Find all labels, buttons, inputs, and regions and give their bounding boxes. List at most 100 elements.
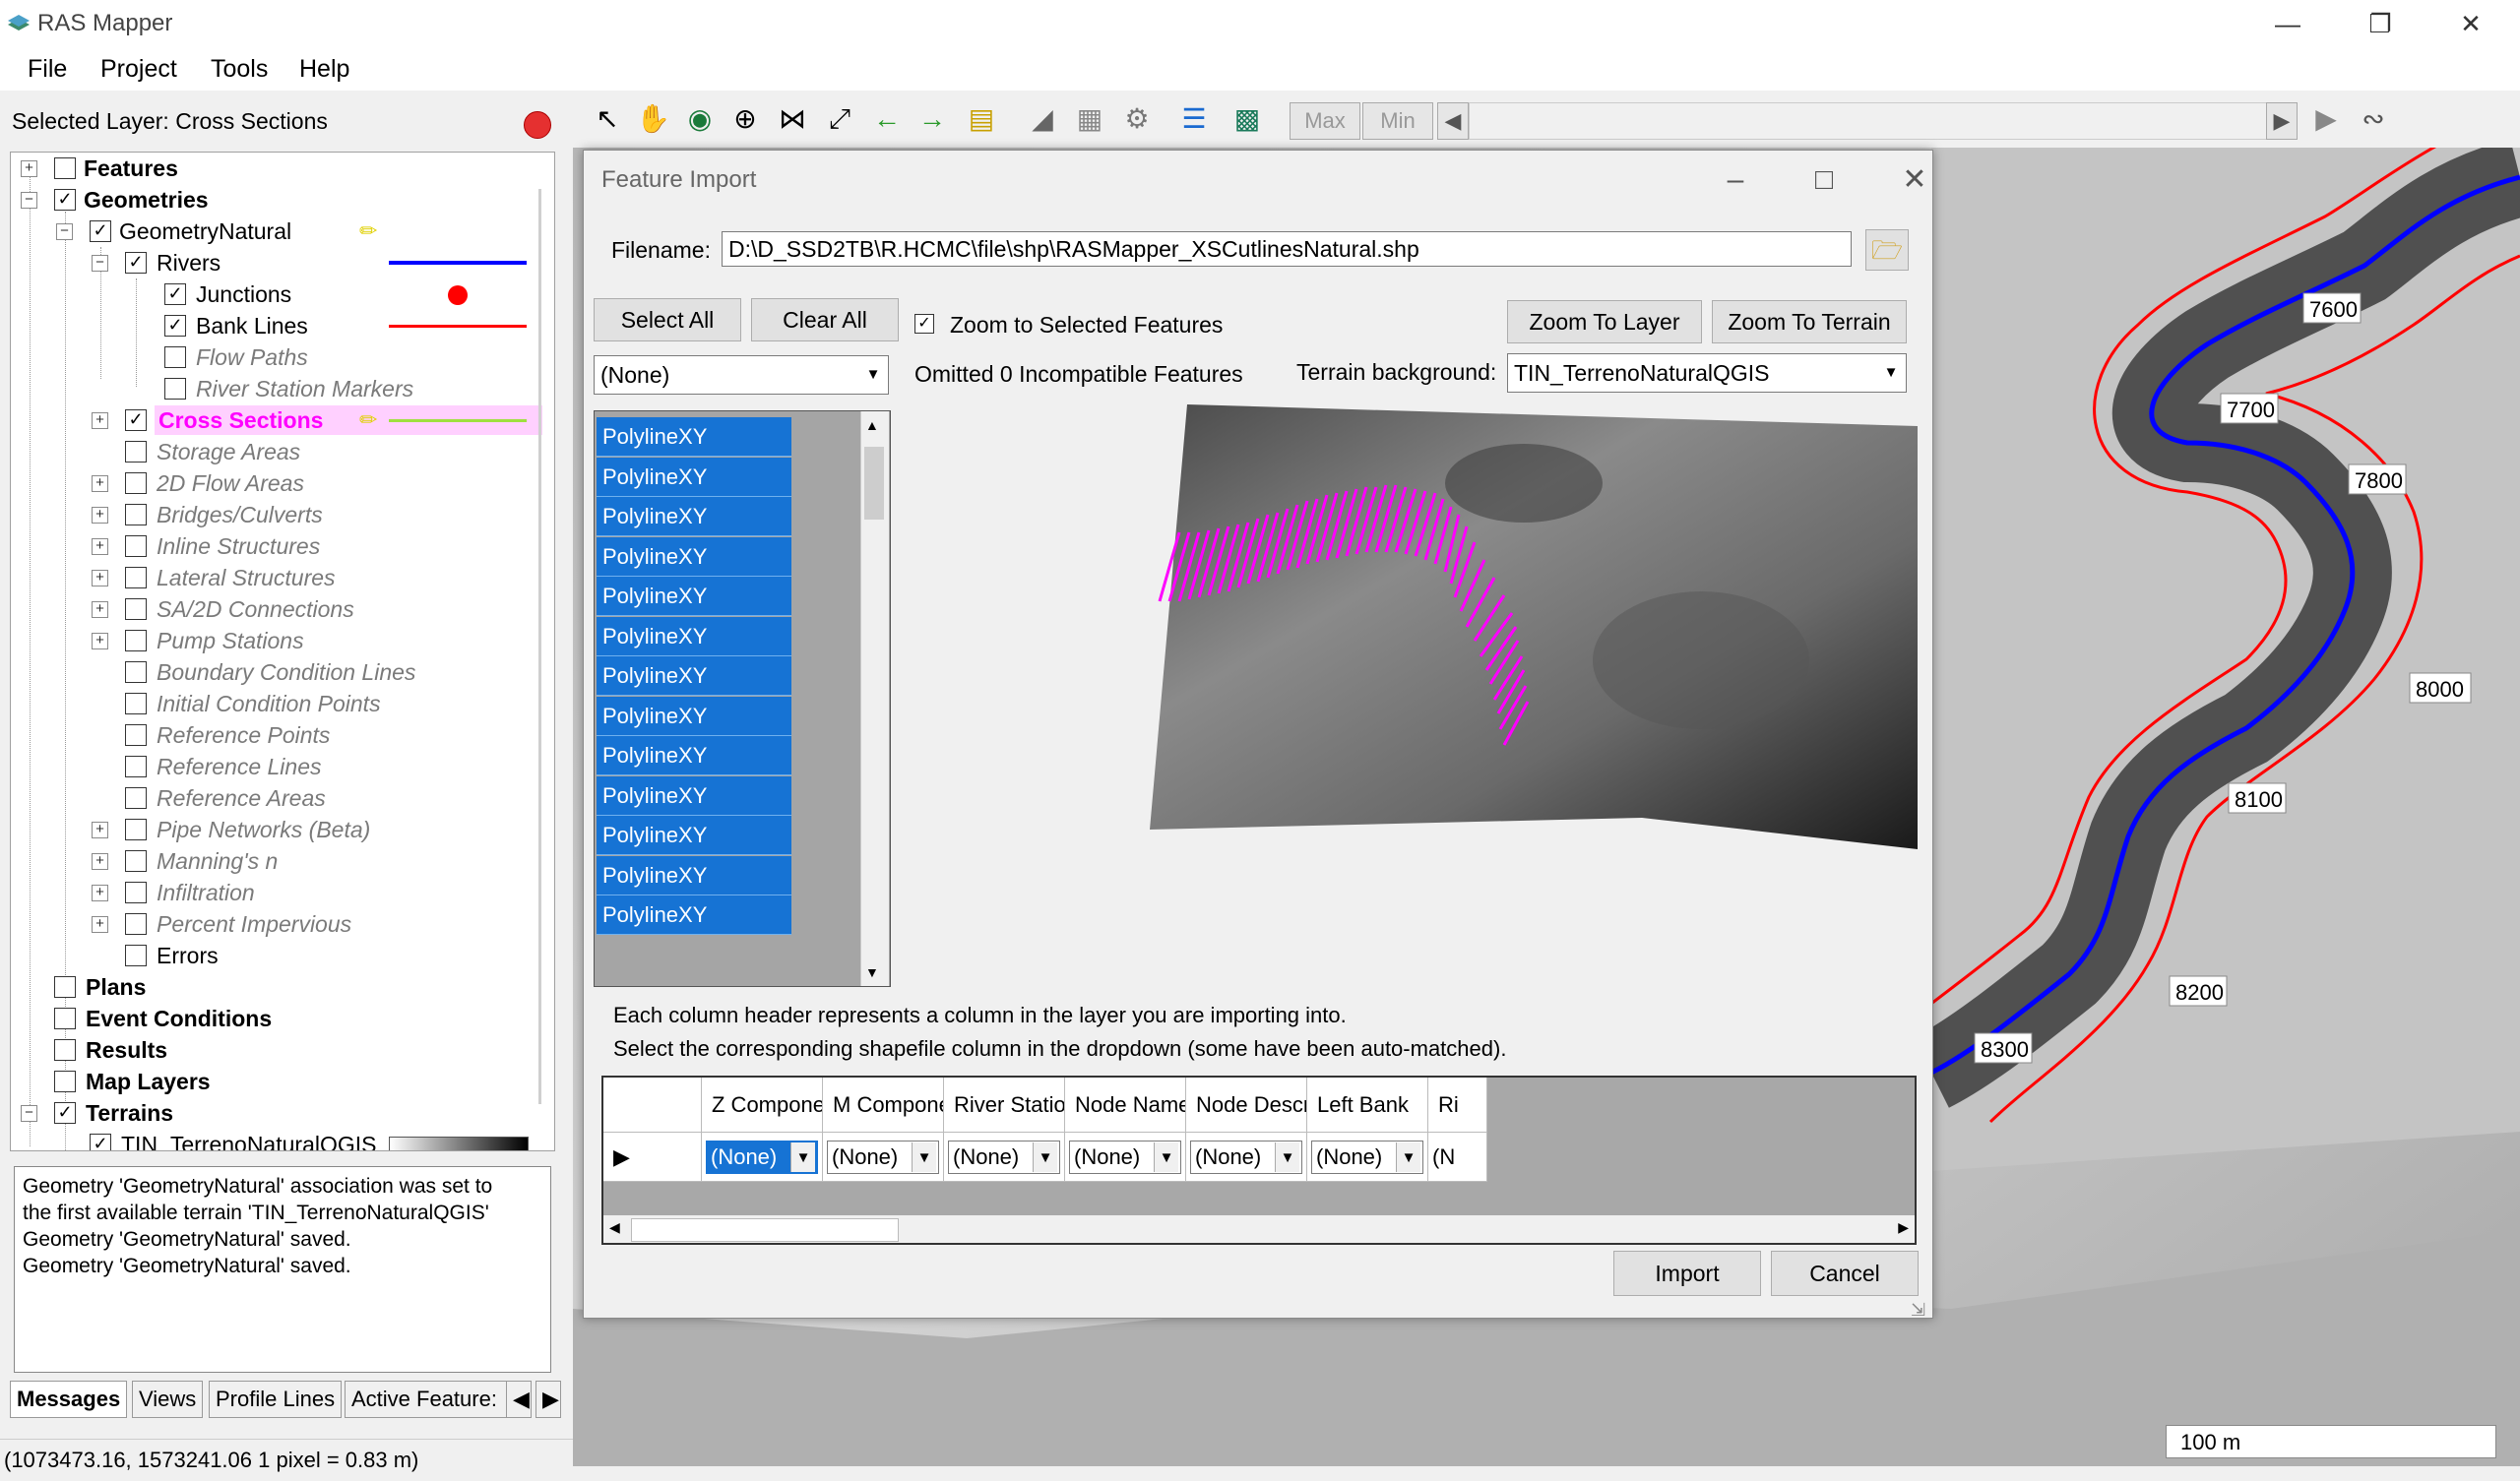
tree-item-ref-lines[interactable]: Reference Lines <box>11 751 542 782</box>
minimize-button[interactable]: — <box>2258 4 2317 43</box>
terrain-icon[interactable]: ▦ <box>1073 102 1106 136</box>
checkbox[interactable] <box>125 693 147 714</box>
clear-all-button[interactable]: Clear All <box>751 298 899 341</box>
tree-item-bc-lines[interactable]: Boundary Condition Lines <box>11 656 542 688</box>
checkbox[interactable]: ✓ <box>125 409 147 431</box>
grid-horizontal-scrollbar[interactable]: ◀ ▶ <box>603 1215 1915 1243</box>
browse-folder-button[interactable]: 🗁 <box>1865 229 1909 271</box>
tree-item-cross-sections[interactable]: + ✓ Cross Sections ✏ <box>11 404 542 436</box>
dialog-maximize-button[interactable]: □ <box>1796 160 1852 200</box>
zoom-extent-icon[interactable]: ⋈ <box>776 102 809 136</box>
feature-list-item[interactable]: PolylineXY <box>597 696 791 736</box>
max-button[interactable]: Max <box>1290 102 1360 140</box>
zoom-to-layer-button[interactable]: Zoom To Layer <box>1507 300 1702 343</box>
checkbox[interactable]: ✓ <box>164 283 186 305</box>
expand-icon[interactable]: + <box>92 853 108 870</box>
checkbox[interactable] <box>125 441 147 463</box>
feature-list-item[interactable]: PolylineXY <box>597 616 791 656</box>
checkbox[interactable] <box>54 976 76 998</box>
close-button[interactable]: ✕ <box>2441 4 2500 43</box>
time-slider-track[interactable] <box>1469 102 2282 140</box>
restore-button[interactable]: ❐ <box>2351 4 2410 43</box>
tree-item-errors[interactable]: Errors <box>11 940 542 971</box>
profile-icon[interactable]: ◢ <box>1026 102 1059 136</box>
tree-item-ic-points[interactable]: Initial Condition Points <box>11 688 542 719</box>
tree-item-sa2d[interactable]: + SA/2D Connections <box>11 593 542 625</box>
scroll-thumb[interactable] <box>631 1218 899 1242</box>
column-dropdown[interactable]: (None) ▼ <box>827 1141 939 1174</box>
tree-item-bridges[interactable]: + Bridges/Culverts <box>11 499 542 530</box>
checkbox[interactable] <box>125 472 147 494</box>
feature-list-scrollbar[interactable]: ▲ ▼ <box>860 411 889 986</box>
record-icon[interactable] <box>524 111 551 139</box>
column-mapping-cell[interactable]: (None) ▼ <box>1065 1133 1186 1182</box>
tree-item-storage-areas[interactable]: Storage Areas <box>11 436 542 467</box>
checkbox[interactable] <box>54 157 76 179</box>
pan-hand-icon[interactable]: ✋ <box>636 102 670 136</box>
expand-icon[interactable]: + <box>92 538 108 555</box>
feature-list-item[interactable]: PolylineXY <box>597 816 791 855</box>
checkbox[interactable] <box>125 724 147 746</box>
tree-item-rivers[interactable]: − ✓ Rivers <box>11 247 542 278</box>
tree-item-lateral[interactable]: + Lateral Structures <box>11 562 542 593</box>
expand-icon[interactable]: + <box>92 916 108 933</box>
checkbox[interactable]: ✓ <box>90 220 111 242</box>
feature-list-item[interactable]: PolylineXY <box>597 536 791 577</box>
tree-item-ref-points[interactable]: Reference Points <box>11 719 542 751</box>
pencil-icon[interactable]: ✏ <box>359 404 377 436</box>
tree-item-ref-areas[interactable]: Reference Areas <box>11 782 542 814</box>
feature-list-item[interactable]: PolylineXY <box>597 417 791 457</box>
menu-project[interactable]: Project <box>100 55 177 84</box>
import-button[interactable]: Import <box>1613 1251 1761 1296</box>
feature-list-item[interactable]: PolylineXY <box>597 736 791 775</box>
expand-icon[interactable]: + <box>92 412 108 429</box>
collapse-icon[interactable]: − <box>56 223 73 240</box>
tree-item-mannings[interactable]: + Manning's n <box>11 845 542 877</box>
checkbox[interactable]: ✓ <box>54 189 76 211</box>
scroll-left-icon[interactable]: ◀ <box>609 1219 620 1236</box>
scroll-thumb[interactable] <box>864 447 884 520</box>
column-mapping-cell[interactable]: (N <box>1428 1133 1487 1182</box>
column-dropdown[interactable]: (None) ▼ <box>706 1141 818 1174</box>
tree-scrollbar[interactable] <box>538 189 541 1104</box>
column-dropdown[interactable]: (None) ▼ <box>1069 1141 1181 1174</box>
select-arrow-icon[interactable]: ↖ <box>591 102 624 136</box>
feature-list-item[interactable]: PolylineXY <box>597 577 791 616</box>
feature-list-item[interactable]: PolylineXY <box>597 775 791 816</box>
play-icon[interactable]: ▶ <box>2309 102 2343 136</box>
feature-list-item[interactable]: PolylineXY <box>597 895 791 935</box>
filter-dropdown[interactable]: (None) ▼ <box>594 355 889 395</box>
expand-icon[interactable]: + <box>92 475 108 492</box>
tree-item-map-layers[interactable]: Map Layers <box>11 1066 542 1097</box>
scroll-up-icon[interactable]: ▲ <box>865 417 879 433</box>
feature-list-item[interactable]: PolylineXY <box>597 497 791 536</box>
checkbox[interactable]: ✓ <box>90 1134 111 1150</box>
tree-item-plans[interactable]: Plans <box>11 971 542 1003</box>
checkbox[interactable] <box>125 945 147 966</box>
tree-item-results[interactable]: Results <box>11 1034 542 1066</box>
cancel-button[interactable]: Cancel <box>1771 1251 1919 1296</box>
globe-icon[interactable]: ◉ <box>683 102 717 136</box>
tree-item-terrain-item[interactable]: ✓ TIN_TerrenoNaturalQGIS <box>11 1129 542 1150</box>
checkbox[interactable] <box>125 756 147 777</box>
zoom-in-icon[interactable]: ⊕ <box>728 102 762 136</box>
tab-views[interactable]: Views <box>132 1381 204 1418</box>
column-dropdown[interactable]: (None) ▼ <box>1190 1141 1302 1174</box>
tree-item-impervious[interactable]: + Percent Impervious <box>11 908 542 940</box>
resize-grip-icon[interactable]: ⇲ <box>1911 1300 1925 1321</box>
tree-item-pipe[interactable]: + Pipe Networks (Beta) <box>11 814 542 845</box>
tree-item-infiltration[interactable]: + Infiltration <box>11 877 542 908</box>
min-button[interactable]: Min <box>1362 102 1433 140</box>
feature-list-item[interactable]: PolylineXY <box>597 457 791 497</box>
forward-arrow-icon[interactable]: → <box>915 102 949 136</box>
column-mapping-cell[interactable]: (None) ▼ <box>823 1133 944 1182</box>
expand-icon[interactable]: + <box>92 601 108 618</box>
tab-scroll-right-button[interactable]: ▶ <box>536 1381 561 1418</box>
expand-icon[interactable]: + <box>92 822 108 838</box>
gear-icon[interactable]: ⚙ <box>1120 102 1154 136</box>
checkbox[interactable] <box>54 1008 76 1029</box>
tree-item-terrains[interactable]: − ✓ Terrains <box>11 1097 542 1129</box>
checkbox[interactable] <box>164 346 186 368</box>
full-extent-icon[interactable]: ⤢ <box>823 102 856 136</box>
menu-help[interactable]: Help <box>299 55 349 84</box>
